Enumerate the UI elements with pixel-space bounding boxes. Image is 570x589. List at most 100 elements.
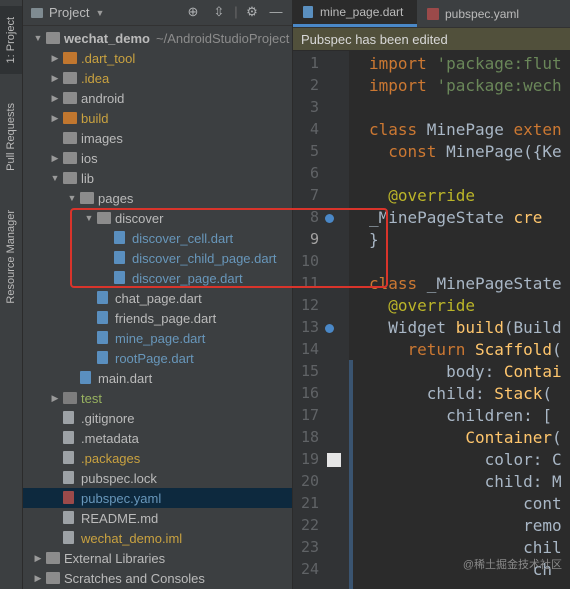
code-line[interactable]: return Scaffold( xyxy=(369,340,562,359)
tree-row-readme-md[interactable]: README.md xyxy=(23,508,292,528)
line-number: 5 xyxy=(309,142,319,160)
yaml-file-icon xyxy=(63,491,74,504)
code-line[interactable]: const MinePage({Ke xyxy=(369,142,561,161)
code-line[interactable]: child: Stack( xyxy=(369,384,552,403)
collapse-all-icon[interactable]: ⇳ xyxy=(212,5,226,19)
resource-manager-tool-tab[interactable]: Resource Manager xyxy=(0,198,22,316)
override-marker-icon[interactable] xyxy=(325,324,334,333)
tree-row-pages[interactable]: ▼ pages xyxy=(23,188,292,208)
tree-row-android[interactable]: ▶ android xyxy=(23,88,292,108)
tree-row-metadata[interactable]: .metadata xyxy=(23,428,292,448)
line-number: 24 xyxy=(300,560,319,578)
tree-item-label: test xyxy=(81,390,102,406)
tree-row-external-libraries[interactable]: ▶ External Libraries xyxy=(23,548,292,568)
chevron-right-icon[interactable]: ▶ xyxy=(50,93,60,104)
file-icon xyxy=(63,431,74,444)
tab-mine-page[interactable]: mine_page.dart xyxy=(293,0,417,27)
code-line[interactable]: class _MinePageState xyxy=(369,274,562,293)
tree-item-label: ios xyxy=(81,150,98,166)
color-swatch-icon[interactable] xyxy=(327,453,341,467)
code-line[interactable]: class MinePage exten xyxy=(369,120,562,139)
tree-row-packages[interactable]: .packages xyxy=(23,448,292,468)
code-line[interactable]: @override xyxy=(369,186,475,205)
line-number: 23 xyxy=(300,538,319,556)
scratches-icon xyxy=(46,572,60,584)
tree-row-pubspec-lock[interactable]: pubspec.lock xyxy=(23,468,292,488)
yaml-file-icon xyxy=(427,7,439,20)
tree-item-label: rootPage.dart xyxy=(115,350,194,366)
tree-row-images[interactable]: images xyxy=(23,128,292,148)
code-line[interactable]: import 'package:wech xyxy=(369,76,562,95)
tree-row-mine-page-dart[interactable]: mine_page.dart xyxy=(23,328,292,348)
banner-text: Pubspec has been edited xyxy=(301,31,448,47)
line-number: 15 xyxy=(300,362,319,380)
tree-row-gitignore[interactable]: .gitignore xyxy=(23,408,292,428)
tree-item-label: pubspec.yaml xyxy=(81,490,162,506)
code-line[interactable]: @override xyxy=(369,296,475,315)
code-line[interactable]: import 'package:flut xyxy=(369,54,562,73)
chevron-right-icon[interactable]: ▶ xyxy=(50,53,60,64)
folder-icon xyxy=(63,172,77,184)
pull-requests-tool-tab[interactable]: Pull Requests xyxy=(0,92,22,182)
code-line[interactable]: children: [ xyxy=(369,406,552,425)
project-tool-tab[interactable]: 1: Project xyxy=(0,6,22,74)
project-tool-tab-label: 1: Project xyxy=(5,16,17,64)
chevron-down-icon[interactable]: ▼ xyxy=(67,193,77,203)
tab-pubspec[interactable]: pubspec.yaml xyxy=(421,0,531,27)
dart-file-icon xyxy=(303,6,313,18)
chevron-right-icon[interactable]: ▶ xyxy=(50,113,60,124)
project-panel-title[interactable]: Project xyxy=(49,5,89,20)
tree-item-label: images xyxy=(81,130,123,146)
dart-file-icon xyxy=(97,351,108,364)
chevron-down-icon[interactable]: ▼ xyxy=(95,8,104,18)
file-icon xyxy=(63,471,74,484)
tree-item-label: pages xyxy=(98,190,134,206)
chevron-right-icon[interactable]: ▶ xyxy=(50,73,60,84)
dart-file-icon xyxy=(97,291,108,304)
tree-row-ios[interactable]: ▶ ios xyxy=(23,148,292,168)
tree-row-test[interactable]: ▶ test xyxy=(23,388,292,408)
code-line[interactable]: child: M xyxy=(369,472,562,491)
locate-icon[interactable]: ⊕ xyxy=(186,5,200,19)
tree-row-lib[interactable]: ▼ lib xyxy=(23,168,292,188)
code-line[interactable]: remo xyxy=(369,516,562,535)
code-line[interactable]: body: Contai xyxy=(369,362,562,381)
chevron-right-icon[interactable]: ▶ xyxy=(33,573,43,584)
chevron-right-icon[interactable]: ▶ xyxy=(50,393,60,404)
resource-manager-tool-tab-label: Resource Manager xyxy=(5,210,17,304)
chevron-right-icon[interactable]: ▶ xyxy=(50,153,60,164)
gear-icon[interactable]: ⚙ xyxy=(245,5,259,19)
tree-row-pubspec-yaml[interactable]: pubspec.yaml xyxy=(23,488,292,508)
tree-item-label: .dart_tool xyxy=(81,50,136,66)
tree-item-label: README.md xyxy=(81,510,159,526)
tree-row-friends-page-dart[interactable]: friends_page.dart xyxy=(23,308,292,328)
tree-row-scratches-and-consoles[interactable]: ▶ Scratches and Consoles xyxy=(23,568,292,588)
chevron-down-icon[interactable]: ▼ xyxy=(50,173,60,183)
code-line[interactable]: Widget build(Build xyxy=(369,318,561,337)
hide-icon[interactable]: — xyxy=(269,5,283,19)
editor-area: mine_page.dart pubspec.yaml Pubspec has … xyxy=(293,0,570,589)
code-line[interactable]: _MinePageState cre xyxy=(369,208,542,227)
line-number: 13 xyxy=(300,318,319,336)
chevron-down-icon[interactable]: ▼ xyxy=(33,33,43,43)
dart-file-icon xyxy=(97,331,108,344)
line-gutter: 1 2 3 4 5 6 7 8 9 10 11 12 13 14 15 16 17 18 19 20 21 22 23 24 xyxy=(293,51,349,589)
tree-row-wechat-demo[interactable]: ▼ wechat_demo ~/AndroidStudioProject xyxy=(23,28,292,48)
tree-row-rootpage-dart[interactable]: rootPage.dart xyxy=(23,348,292,368)
code-line[interactable]: color: C xyxy=(369,450,562,469)
tree-row-chat-page-dart[interactable]: chat_page.dart xyxy=(23,288,292,308)
tree-row-idea[interactable]: ▶ .idea xyxy=(23,68,292,88)
code-line[interactable]: chil xyxy=(369,538,562,557)
line-number: 1 xyxy=(309,54,319,72)
chevron-right-icon[interactable]: ▶ xyxy=(33,553,43,564)
code-line[interactable]: Container( xyxy=(369,428,561,447)
tree-row-dart-tool[interactable]: ▶ .dart_tool xyxy=(23,48,292,68)
file-icon xyxy=(63,451,74,464)
watermark: @稀土掘金技术社区 xyxy=(462,559,562,571)
tree-row-wechat-demo-iml[interactable]: wechat_demo.iml xyxy=(23,528,292,548)
dart-file-icon xyxy=(97,311,108,324)
code-line[interactable]: cont xyxy=(369,494,562,513)
tree-row-build[interactable]: ▶ build xyxy=(23,108,292,128)
line-number: 12 xyxy=(300,296,319,314)
tree-row-main-dart[interactable]: main.dart xyxy=(23,368,292,388)
